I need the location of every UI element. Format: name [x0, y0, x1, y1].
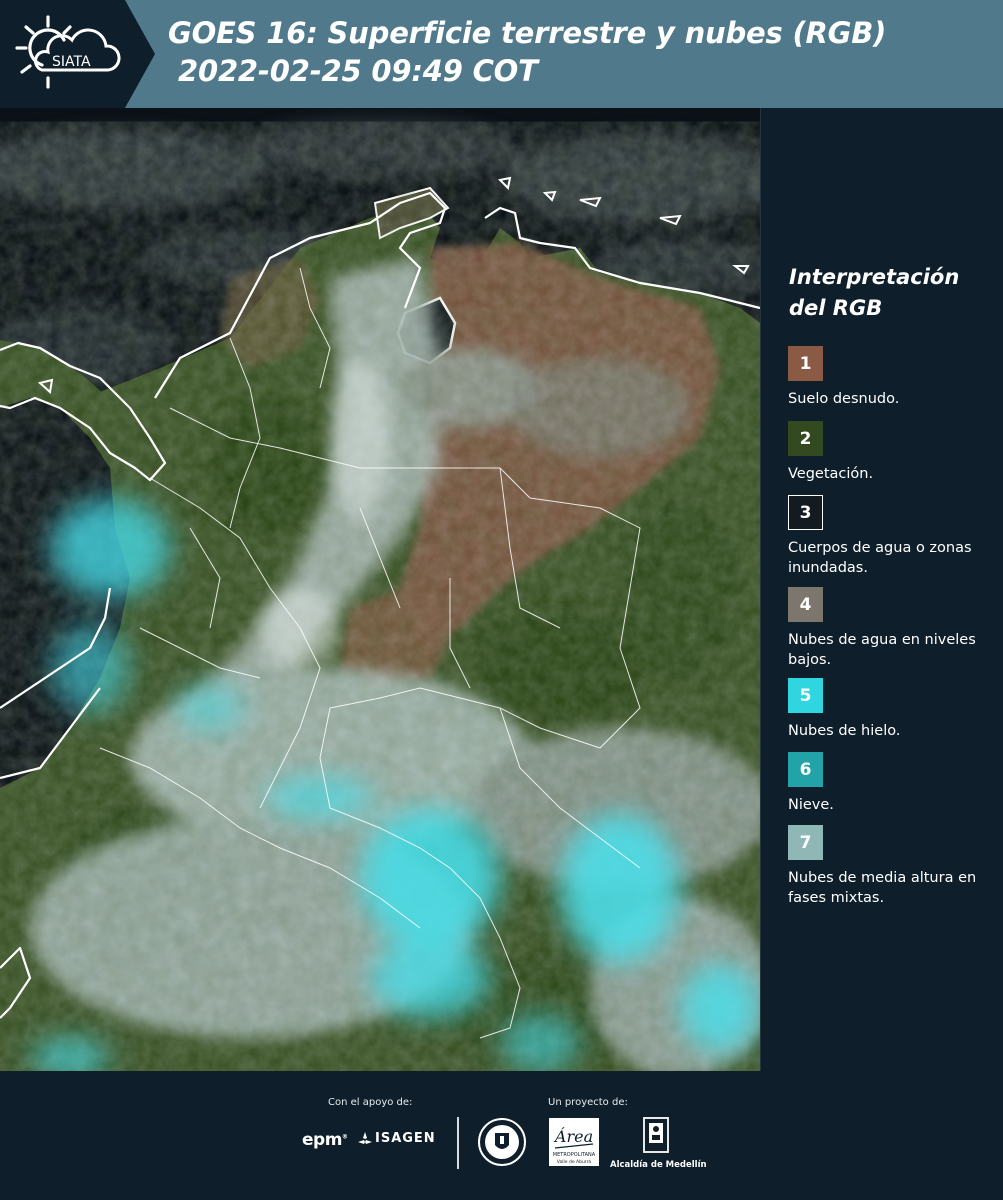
- svg-text:Valle de Aburrá: Valle de Aburrá: [557, 1158, 592, 1165]
- footer-bar: Con el apoyo de: Un proyecto de: epm® IS…: [0, 1071, 1003, 1200]
- legend-title-line2: del RGB: [789, 296, 883, 320]
- title-line-product: GOES 16: Superficie terrestre y nubes (R…: [168, 16, 887, 50]
- legend-label-6: Nieve.: [788, 797, 834, 813]
- legend-swatch-7: 7: [788, 825, 823, 860]
- legend-label-5: Nubes de hielo.: [788, 723, 901, 739]
- isagen-logo: ISAGEN: [358, 1131, 436, 1146]
- legend-swatch-3: 3: [788, 495, 823, 530]
- epm-logo: epm®: [302, 1130, 348, 1150]
- rgb-legend-panel: Interpretación del RGB 1 Suelo desnudo. …: [761, 108, 1003, 1071]
- legend-label-3: Cuerpos de agua o zonas inundadas.: [788, 540, 972, 576]
- epm-logo-text: epm: [302, 1130, 342, 1150]
- sun-cloud-logo-icon: SIATA: [15, 15, 121, 89]
- legend-item-mid-mixed-clouds: 7 Nubes de media altura en fases mixtas.: [788, 825, 988, 908]
- svg-text:METROPOLITANA: METROPOLITANA: [553, 1152, 596, 1158]
- legend-swatch-5: 5: [788, 678, 823, 713]
- alcaldia-label: Alcaldía de Medellín: [610, 1160, 707, 1170]
- header-bar: SIATA GOES 16: Superficie terrestre y nu…: [0, 0, 1003, 108]
- legend-title: Interpretación del RGB: [789, 262, 959, 324]
- satellite-image[interactable]: [0, 108, 761, 1071]
- legend-label-4: Nubes de agua en niveles bajos.: [788, 632, 976, 668]
- area-metropolitana-logo: Área METROPOLITANA Valle de Aburrá: [549, 1118, 601, 1170]
- legend-item-low-water-clouds: 4 Nubes de agua en niveles bajos.: [788, 587, 988, 670]
- support-label: Con el apoyo de:: [328, 1097, 413, 1108]
- legend-swatch-4: 4: [788, 587, 823, 622]
- legend-item-bare-soil: 1 Suelo desnudo.: [788, 346, 988, 409]
- medellin-shield-icon: [643, 1117, 669, 1153]
- alcaldia-medellin-logo: Alcaldía de Medellín: [610, 1117, 707, 1170]
- footer-divider: [457, 1117, 459, 1169]
- siata-logo: SIATA: [0, 0, 155, 108]
- isagen-logo-text: ISAGEN: [375, 1131, 436, 1146]
- legend-item-vegetation: 2 Vegetación.: [788, 421, 988, 484]
- legend-title-line1: Interpretación: [789, 265, 960, 289]
- project-label: Un proyecto de:: [548, 1097, 628, 1108]
- legend-item-water-bodies: 3 Cuerpos de agua o zonas inundadas.: [788, 495, 988, 578]
- svg-text:Área: Área: [553, 1126, 593, 1146]
- legend-label-1: Suelo desnudo.: [788, 391, 900, 407]
- isagen-mark-icon: [358, 1131, 372, 1144]
- page-title: GOES 16: Superficie terrestre y nubes (R…: [168, 14, 886, 90]
- medellin-seal-icon: [478, 1118, 526, 1166]
- legend-swatch-6: 6: [788, 752, 823, 787]
- legend-item-snow: 6 Nieve.: [788, 752, 988, 815]
- svg-text:SIATA: SIATA: [52, 54, 91, 70]
- legend-label-7: Nubes de media altura en fases mixtas.: [788, 870, 977, 906]
- legend-swatch-1: 1: [788, 346, 823, 381]
- legend-label-2: Vegetación.: [788, 466, 874, 482]
- title-line-timestamp: 2022-02-25 09:49 COT: [178, 54, 538, 88]
- legend-swatch-2: 2: [788, 421, 823, 456]
- legend-item-ice-clouds: 5 Nubes de hielo.: [788, 678, 988, 741]
- area-metropolitana-mark-icon: Área METROPOLITANA Valle de Aburrá: [549, 1118, 599, 1166]
- goes16-rgb-map: [0, 108, 760, 1071]
